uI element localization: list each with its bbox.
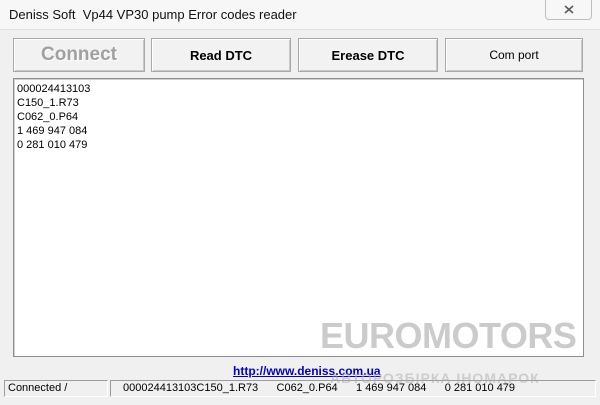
watermark-tagline: АВТОРОЗБІРКА ІНОМАРОК xyxy=(330,370,540,386)
erease-dtc-button[interactable]: Erease DTC xyxy=(298,38,438,72)
output-line: C150_1.R73 xyxy=(17,97,79,109)
window-title: Deniss Soft Vp44 VP30 pump Error codes r… xyxy=(9,7,297,22)
output-line: 000024413103 xyxy=(17,83,91,95)
com-port-button[interactable]: Com port xyxy=(445,38,583,72)
status-connection: Connected / xyxy=(4,380,108,397)
output-line: 1 469 947 084 xyxy=(17,125,88,137)
output-line: C062_0.P64 xyxy=(17,111,79,123)
close-icon xyxy=(563,5,574,14)
read-dtc-button[interactable]: Read DTC xyxy=(151,38,291,72)
watermark-brand: EUROMOTORS xyxy=(320,315,577,356)
title-bar: Deniss Soft Vp44 VP30 pump Error codes r… xyxy=(0,0,600,30)
connect-button[interactable]: Connect xyxy=(13,38,145,72)
close-button[interactable] xyxy=(545,0,592,20)
output-line: 0 281 010 479 xyxy=(17,139,88,151)
app-window: Deniss Soft Vp44 VP30 pump Error codes r… xyxy=(0,0,600,405)
